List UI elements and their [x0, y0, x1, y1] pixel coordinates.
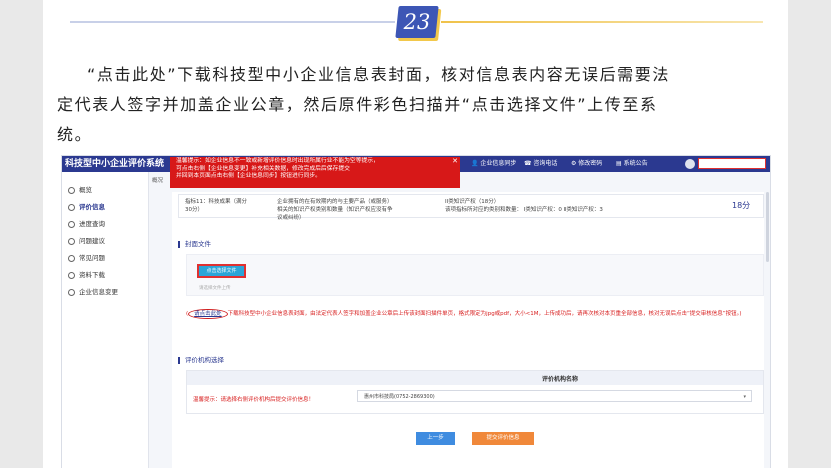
circle-icon: [68, 203, 75, 211]
circle-icon: [68, 254, 75, 262]
indicator-detail-line-1: II类知识产权（18分）: [445, 199, 500, 205]
paragraph-line-1: “点击此处”下载科技型中小企业信息表封面，核对信息表内容无误后需要法: [87, 65, 670, 84]
table-header: 评价机构名称: [187, 371, 763, 385]
sidebar-item-progress[interactable]: 进度查询: [62, 216, 148, 233]
sidebar-item-faq[interactable]: 常见问题: [62, 250, 148, 267]
sidebar-item-label: 企业信息变更: [79, 288, 118, 296]
avatar[interactable]: [685, 159, 695, 169]
sidebar-item-label: 资料下载: [79, 271, 105, 279]
nav-hotline[interactable]: ☎ 咨询电话: [524, 158, 557, 170]
header-rule-right: [441, 21, 763, 23]
sidebar-item-label: 问题建议: [79, 237, 105, 245]
step-number: 23: [403, 10, 431, 34]
sidebar: 概览 评价信息 进度查询 问题建议 常见问题 资料下载 企业信息变更: [62, 172, 149, 468]
sidebar-item-label: 进度查询: [79, 220, 105, 228]
indicator-detail: II类知识产权（18分） 该项指标所对应的类别和数量： Ⅰ类知识产权：0 Ⅱ类知…: [445, 198, 675, 214]
scrollbar[interactable]: [766, 192, 769, 262]
indicator-row: 指标11：科技成果（满分30分） 企业拥有的在有效期内的与主要产品（或服务）相关…: [178, 194, 764, 221]
nav-label: 系统公告: [623, 160, 648, 167]
sidebar-item-company-change[interactable]: 企业信息变更: [62, 284, 148, 301]
section-marker: [178, 356, 180, 364]
nav-label: 修改密码: [578, 160, 603, 167]
step-badge: 23: [395, 6, 439, 38]
upload-note: (请点击此处 下载科技型中小企业信息表封面，由法定代表人签字和加盖企业公章后上传该…: [186, 309, 762, 319]
nav-label: 咨询电话: [533, 160, 558, 167]
indicator-score: 18分: [732, 201, 751, 210]
circle-icon: [68, 186, 75, 194]
choose-file-button[interactable]: 点击选择文件: [197, 264, 246, 278]
chevron-down-icon: ▾: [743, 394, 746, 400]
institution-section-heading: 评价机构选择: [178, 354, 224, 364]
alert-banner: 温馨提示：如企业信息不一致或新增评价信息时出现所属行业不能为空等提示， 可点击右…: [170, 157, 460, 188]
paragraph-line-2: 定代表人签字并加盖企业公章，然后原件彩色扫描并“点击选择文件”上传至系: [57, 95, 658, 114]
circle-icon: [68, 288, 75, 296]
section-title: 评价机构选择: [185, 356, 224, 364]
cover-section-heading: 封面文件: [178, 238, 211, 248]
sidebar-item-downloads[interactable]: 资料下载: [62, 267, 148, 284]
sidebar-item-label: 概览: [79, 186, 92, 194]
prev-step-button[interactable]: 上一步: [416, 432, 455, 445]
main-content: 指标11：科技成果（满分30分） 企业拥有的在有效期内的与主要产品（或服务）相关…: [172, 192, 764, 468]
section-title: 封面文件: [185, 240, 211, 248]
section-marker: [178, 240, 180, 248]
close-icon[interactable]: ✕: [452, 157, 458, 166]
indicator-description: 企业拥有的在有效期内的与主要产品（或服务）相关的知识产权类别和数量（知识产权应没…: [277, 199, 393, 221]
user-name-field[interactable]: [698, 158, 766, 169]
institution-table: 评价机构名称 温馨提示：请选择右侧评价机构后提交评价信息！ 惠州市科技局(075…: [186, 370, 764, 414]
tab-overview[interactable]: 概况: [152, 176, 163, 184]
upload-hint: 请选择文件上传: [199, 286, 231, 291]
note-text: 下载科技型中小企业信息表封面，由法定代表人签字和加盖企业公章后上传该封面扫描件单…: [227, 311, 742, 317]
nav-change-password[interactable]: ⚙ 修改密码: [571, 158, 602, 170]
sidebar-item-label: 评价信息: [79, 203, 105, 211]
app-title: 科技型中小企业评价系统: [65, 159, 165, 169]
header-rule-left: [70, 21, 395, 23]
sidebar-item-overview[interactable]: 概览: [62, 182, 148, 199]
document-page: 23 “点击此处”下载科技型中小企业信息表封面，核对信息表内容无误后需要法 定代…: [43, 0, 788, 468]
instruction-paragraph: “点击此处”下载科技型中小企业信息表封面，核对信息表内容无误后需要法 定代表人签…: [57, 60, 777, 150]
selected-institution: 惠州市科技局(0752-2869300): [364, 394, 435, 400]
embedded-screenshot: 科技型中小企业评价系统 👤 企业信息同步 ☎ 咨询电话 ⚙ 修改密码 ▤ 系统公…: [61, 155, 771, 468]
submit-evaluation-button[interactable]: 提交评价信息: [472, 432, 534, 445]
indicator-name: 指标11：科技成果（满分30分）: [185, 199, 247, 213]
circle-icon: [68, 271, 75, 279]
column-header: 评价机构名称: [542, 376, 579, 383]
upload-area: 点击选择文件 请选择文件上传: [186, 254, 764, 296]
sidebar-item-label: 常见问题: [79, 254, 105, 262]
sidebar-item-evaluation[interactable]: 评价信息: [62, 199, 148, 216]
paragraph-line-3: 统。: [57, 125, 93, 144]
indicator-detail-line-2: 该项指标所对应的类别和数量： Ⅰ类知识产权：0 Ⅱ类知识产权：3: [445, 207, 603, 213]
sidebar-item-feedback[interactable]: 问题建议: [62, 233, 148, 250]
nav-label: 企业信息同步: [480, 160, 517, 167]
nav-sync-company-info[interactable]: 👤 企业信息同步: [471, 158, 516, 170]
download-cover-link[interactable]: 请点击此处: [188, 309, 228, 319]
circle-icon: [68, 220, 75, 228]
nav-announcements[interactable]: ▤ 系统公告: [616, 158, 648, 170]
alert-line-1: 温馨提示：如企业信息不一致或新增评价信息时出现所属行业不能为空等提示，: [176, 158, 379, 164]
alert-line-3: 并回到本页面点击右侧【企业信息同步】按钮进行同步。: [176, 173, 321, 180]
institution-warning: 温馨提示：请选择右侧评价机构后提交评价信息！: [193, 397, 315, 403]
institution-select[interactable]: 惠州市科技局(0752-2869300) ▾: [357, 390, 752, 402]
circle-icon: [68, 237, 75, 245]
